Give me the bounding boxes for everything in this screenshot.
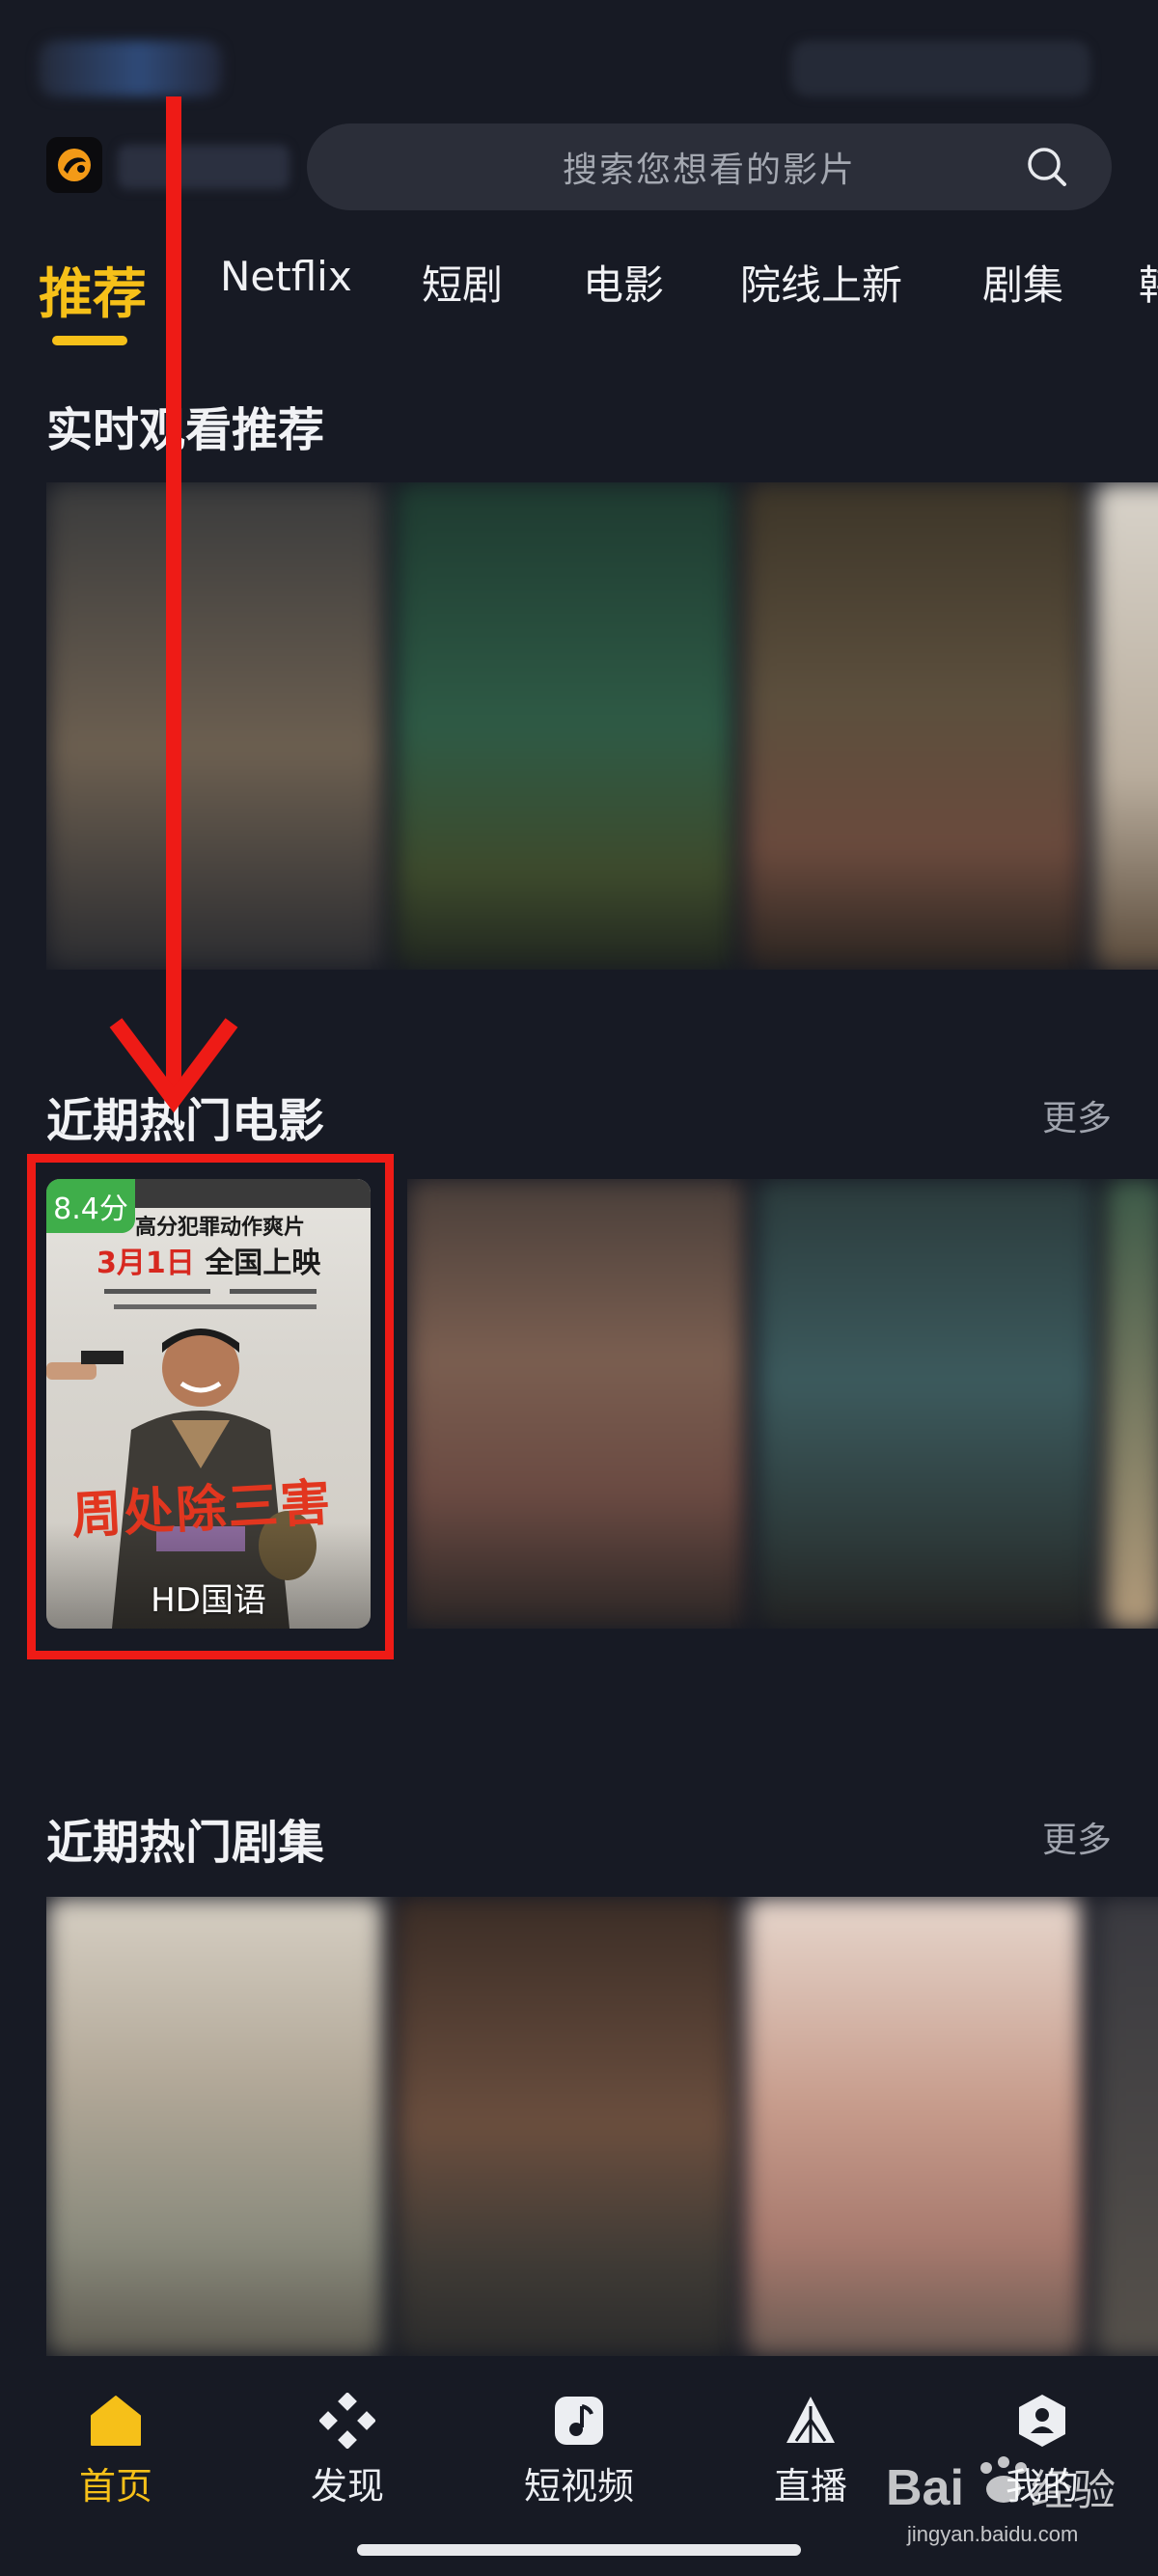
media-card[interactable] — [745, 1897, 1083, 2356]
status-bar-right-blurred — [791, 41, 1090, 96]
svg-text:Bai: Bai — [886, 2460, 964, 2516]
short-video-icon — [555, 2397, 603, 2445]
nav-live[interactable]: 直播 — [714, 2393, 907, 2509]
search-placeholder: 搜索您想看的影片 — [562, 151, 856, 190]
nav-short-video[interactable]: 短视频 — [482, 2393, 676, 2509]
search-input[interactable]: 搜索您想看的影片 — [307, 123, 1112, 210]
media-card[interactable] — [396, 1897, 733, 2356]
media-card[interactable] — [1106, 1179, 1158, 1629]
status-bar-left-blurred — [39, 41, 222, 96]
search-icon[interactable] — [1025, 145, 1069, 189]
discover-icon — [319, 2393, 375, 2449]
section-title-hot-series: 近期热门剧集 — [46, 1816, 325, 1870]
nav-home[interactable]: 首页 — [19, 2393, 212, 2509]
nav-discover-label: 发现 — [310, 2465, 384, 2507]
tab-series[interactable]: 剧集 — [982, 253, 1063, 312]
hot-series-carousel[interactable] — [46, 1897, 1158, 2356]
live-icon — [786, 2397, 835, 2443]
profile-icon — [1019, 2395, 1065, 2447]
media-card[interactable] — [46, 1897, 384, 2356]
media-card[interactable] — [407, 1179, 745, 1629]
nav-short-video-label: 短视频 — [523, 2465, 634, 2507]
annotation-highlight-box — [27, 1154, 394, 1659]
svg-text:经验: 经验 — [1031, 2466, 1116, 2515]
media-card[interactable] — [745, 482, 1083, 970]
nav-home-label: 首页 — [78, 2465, 152, 2507]
nav-discover[interactable]: 发现 — [251, 2393, 444, 2509]
media-card[interactable] — [396, 482, 733, 970]
more-link-hot-movies[interactable]: 更多 — [1042, 1090, 1112, 1140]
annotation-arrow — [109, 96, 238, 1113]
tab-movies[interactable]: 电影 — [583, 253, 664, 312]
watermark: Bai 经验 jingyan.baidu.com — [886, 2447, 1127, 2553]
baidu-watermark: Bai 经验 jingyan.baidu.com — [886, 2456, 1116, 2546]
app-logo-icon — [58, 149, 91, 181]
tab-new-in-theaters[interactable]: 院线上新 — [740, 253, 902, 312]
media-card[interactable] — [1094, 482, 1158, 970]
tab-korean[interactable]: 韩 — [1139, 253, 1158, 312]
tab-short-drama[interactable]: 短剧 — [422, 253, 503, 312]
app-logo[interactable] — [46, 137, 102, 193]
svg-text:jingyan.baidu.com: jingyan.baidu.com — [906, 2522, 1078, 2546]
home-indicator[interactable] — [357, 2544, 801, 2556]
media-card[interactable] — [757, 1179, 1094, 1629]
media-card[interactable] — [1094, 1897, 1158, 2356]
home-icon — [91, 2396, 141, 2446]
nav-live-label: 直播 — [773, 2465, 847, 2507]
hot-movies-carousel[interactable] — [407, 1179, 1158, 1629]
more-link-hot-series[interactable]: 更多 — [1042, 1812, 1112, 1862]
